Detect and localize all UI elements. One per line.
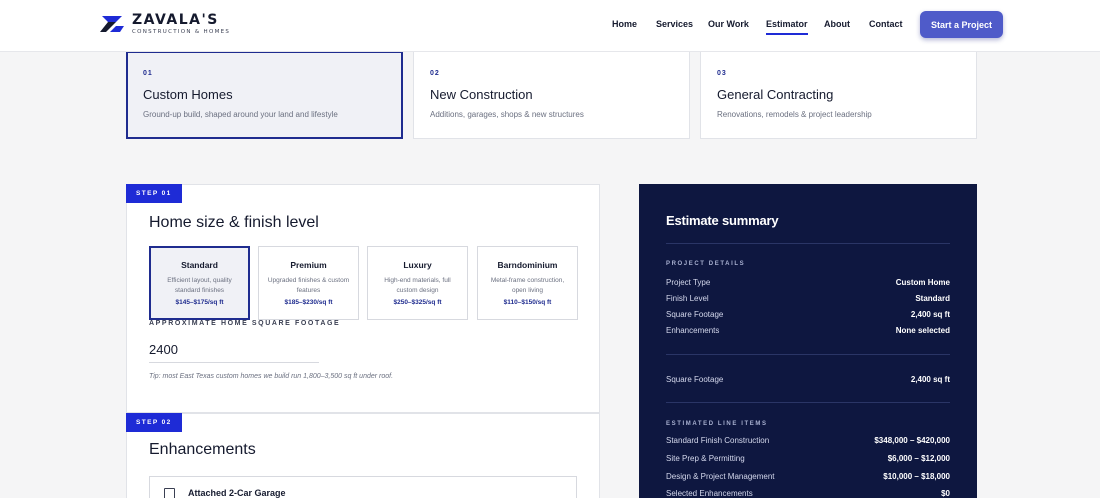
sqft-input[interactable] xyxy=(149,337,319,363)
finish-name: Luxury xyxy=(403,260,432,270)
nav-home[interactable]: Home xyxy=(612,19,637,29)
project-type-desc: Ground-up build, shaped around your land… xyxy=(143,110,338,119)
project-type-general-contracting[interactable]: 03 General Contracting Renovations, remo… xyxy=(700,52,977,139)
line-items-label: ESTIMATED LINE ITEMS xyxy=(666,421,768,427)
line-item-name: Design & Project Management xyxy=(666,472,775,481)
project-type-desc: Renovations, remodels & project leadersh… xyxy=(717,110,872,119)
step-badge: STEP 01 xyxy=(126,184,182,203)
brand-text: ZAVALA'S CONSTRUCTION & HOMES xyxy=(132,13,230,35)
finish-desc: High-end materials, full custom design xyxy=(384,277,451,294)
step-badge: STEP 02 xyxy=(126,413,182,432)
nav-our-work[interactable]: Our Work xyxy=(708,19,749,29)
summary-row: Project Type Custom Home xyxy=(666,278,950,290)
summary-row: Finish Level Standard xyxy=(666,294,950,306)
summary-value: 2,400 sq ft xyxy=(910,310,950,319)
line-item-name: Standard Finish Construction xyxy=(666,436,770,445)
line-item-name: Site Prep & Permitting xyxy=(666,454,745,463)
project-type-new-construction[interactable]: 02 New Construction Additions, garages, … xyxy=(413,52,690,139)
step-1-title: Home size & finish level xyxy=(149,214,319,231)
finish-price: $145–$175/sq ft xyxy=(175,299,224,306)
finish-price: $110–$150/sq ft xyxy=(503,299,552,306)
project-type-desc: Additions, garages, shops & new structur… xyxy=(430,110,584,119)
summary-title: Estimate summary xyxy=(666,213,779,228)
project-type-custom-homes[interactable]: 01 Custom Homes Ground-up build, shaped … xyxy=(126,52,403,139)
sqft-tip: Tip: most East Texas custom homes we bui… xyxy=(149,373,394,380)
brand-logo[interactable]: ZAVALA'S CONSTRUCTION & HOMES xyxy=(100,12,230,36)
summary-key: Square Footage xyxy=(666,310,724,319)
brand-name: ZAVALA'S xyxy=(132,12,219,28)
line-item-row: Selected Enhancements $0 xyxy=(666,489,950,498)
enhancement-checkbox[interactable] xyxy=(164,488,175,498)
nav-estimator[interactable]: Estimator xyxy=(766,19,808,35)
summary-value: Standard xyxy=(915,294,950,303)
logo-mark-icon xyxy=(100,16,124,32)
line-item-row: Site Prep & Permitting $6,000 – $12,000 xyxy=(666,454,950,466)
project-type-title: General Contracting xyxy=(717,87,834,102)
line-item-value: $6,000 – $12,000 xyxy=(887,454,950,463)
summary-value: Custom Home xyxy=(895,278,950,287)
nav-contact[interactable]: Contact xyxy=(869,19,903,29)
finish-desc: Upgraded finishes & custom features xyxy=(267,277,350,294)
finish-option-luxury[interactable]: Luxury High-end materials, full custom d… xyxy=(367,246,468,320)
enhancement-name: Attached 2-Car Garage xyxy=(188,488,286,498)
finish-name: Premium xyxy=(290,260,327,270)
step-2-panel: STEP 02 Enhancements Attached 2-Car Gara… xyxy=(126,413,600,498)
finish-price: $185–$230/sq ft xyxy=(284,299,333,306)
finish-desc: Metal-frame construction, open living xyxy=(490,277,565,294)
finish-option-barndominium[interactable]: Barndominium Metal-frame construction, o… xyxy=(477,246,578,320)
finish-option-standard[interactable]: Standard Efficient layout, quality stand… xyxy=(149,246,250,320)
nav-services[interactable]: Services xyxy=(656,19,693,29)
project-type-title: Custom Homes xyxy=(143,87,233,102)
sqft-label: APPROXIMATE HOME SQUARE FOOTAGE xyxy=(149,320,341,327)
divider xyxy=(666,243,950,244)
site-header: ZAVALA'S CONSTRUCTION & HOMES Home Servi… xyxy=(0,0,1100,52)
summary-row: Square Footage 2,400 sq ft xyxy=(666,310,950,322)
nav-about[interactable]: About xyxy=(824,19,850,29)
line-item-row: Design & Project Management $10,000 – $1… xyxy=(666,472,950,484)
project-type-number: 01 xyxy=(143,70,153,77)
finish-name: Standard xyxy=(181,260,218,270)
summary-row: Enhancements None selected xyxy=(666,326,950,338)
finish-desc: Efficient layout, quality standard finis… xyxy=(167,277,232,294)
project-type-number: 02 xyxy=(430,70,440,77)
line-item-row: Standard Finish Construction $348,000 – … xyxy=(666,436,950,448)
divider xyxy=(666,402,950,403)
summary-key: Project Type xyxy=(666,278,711,287)
line-item-value: $0 xyxy=(941,489,950,498)
finish-option-premium[interactable]: Premium Upgraded finishes & custom featu… xyxy=(258,246,359,320)
line-item-value: $10,000 – $18,000 xyxy=(883,472,950,481)
enhancement-item[interactable]: Attached 2-Car Garage xyxy=(149,476,577,498)
summary-value: None selected xyxy=(895,326,950,335)
estimate-summary: Estimate summary PROJECT DETAILS Project… xyxy=(639,184,977,498)
summary-key: Enhancements xyxy=(666,326,720,335)
summary-value: 2,400 sq ft xyxy=(910,375,950,384)
summary-key: Square Footage xyxy=(666,375,724,384)
brand-tagline: CONSTRUCTION & HOMES xyxy=(132,29,231,35)
finish-price: $250–$325/sq ft xyxy=(393,299,442,306)
step-1-panel: STEP 01 Home size & finish level Standar… xyxy=(126,184,600,413)
line-item-value: $348,000 – $420,000 xyxy=(874,436,950,445)
finish-name: Barndominium xyxy=(497,260,558,270)
project-type-title: New Construction xyxy=(430,87,533,102)
project-details-label: PROJECT DETAILS xyxy=(666,261,746,267)
start-project-button[interactable]: Start a Project xyxy=(920,11,1003,38)
line-item-name: Selected Enhancements xyxy=(666,489,753,498)
divider xyxy=(666,354,950,355)
summary-key: Finish Level xyxy=(666,294,709,303)
step-2-title: Enhancements xyxy=(149,441,256,458)
summary-row: Square Footage 2,400 sq ft xyxy=(666,375,950,387)
project-type-number: 03 xyxy=(717,70,727,77)
